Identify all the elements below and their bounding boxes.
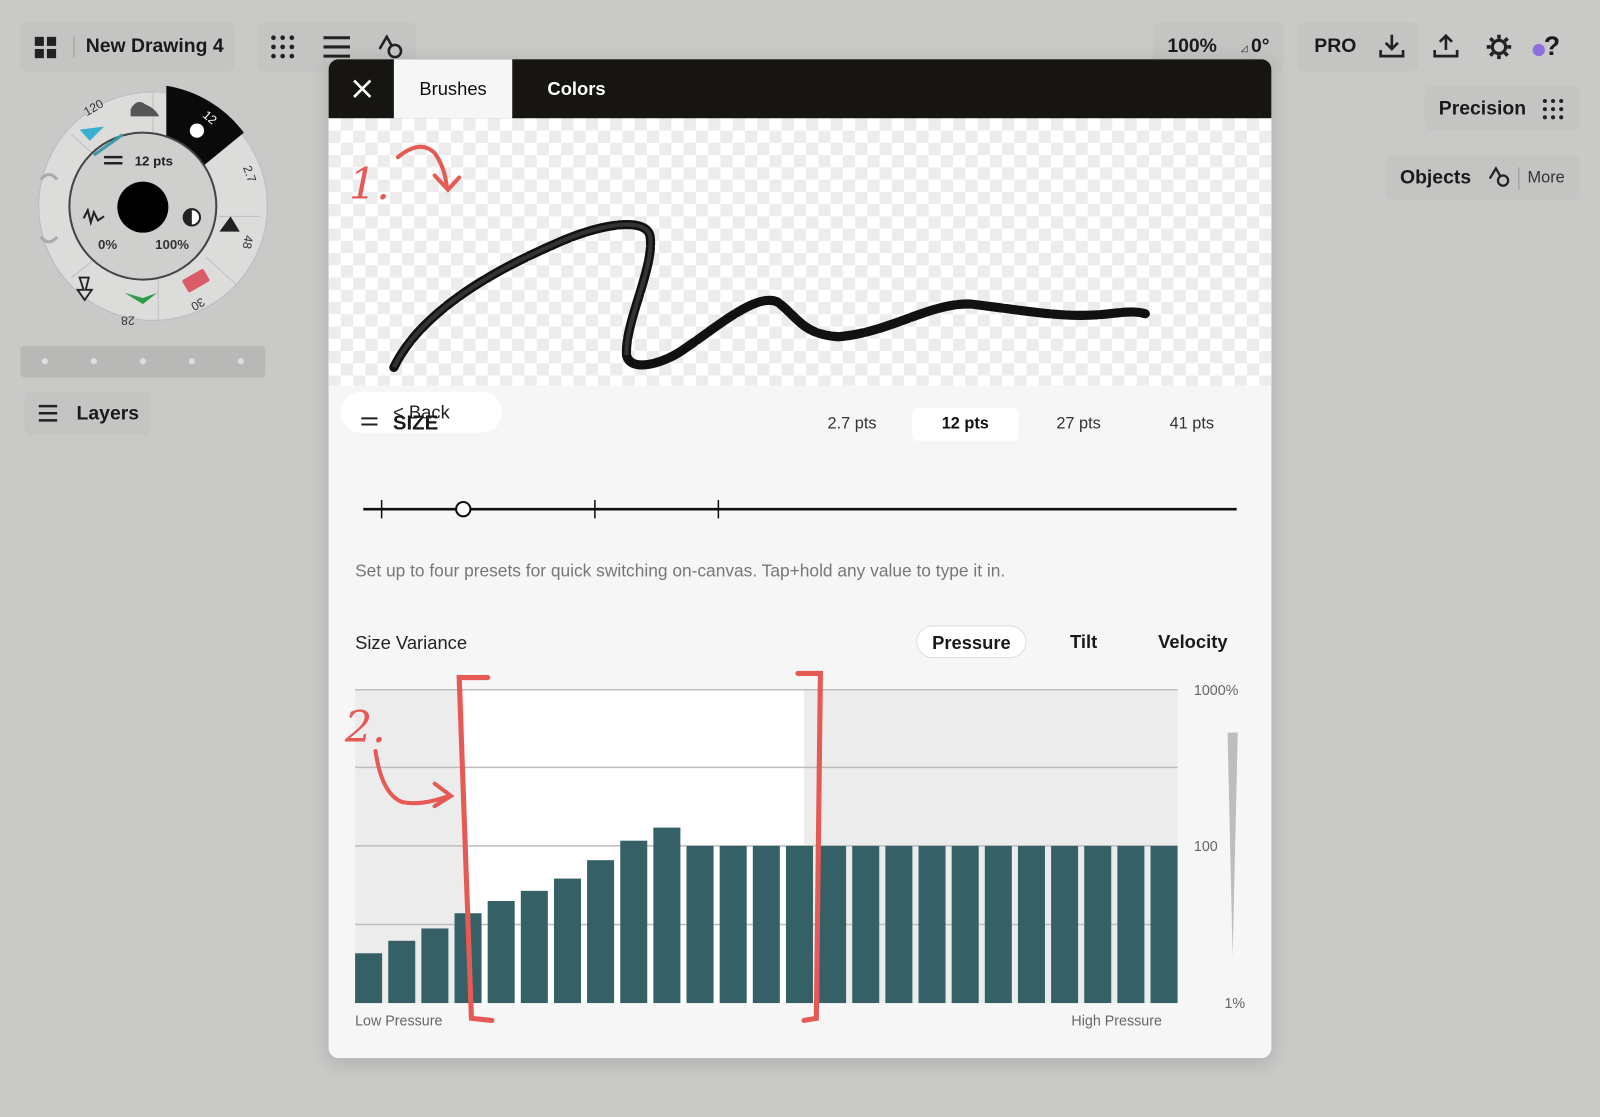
variance-bar	[785, 845, 813, 1004]
variance-bar	[421, 928, 449, 1004]
wheel-slot-label: 28	[121, 313, 135, 327]
layers-label: Layers	[76, 403, 140, 425]
variance-bar	[388, 940, 416, 1004]
variance-bar	[686, 845, 714, 1004]
variance-bar	[885, 845, 913, 1004]
layers-menu-icon[interactable]	[322, 35, 351, 59]
wheel-slot-label: 48	[240, 234, 256, 250]
settings-gear-icon[interactable]	[1486, 34, 1513, 61]
variance-bar	[752, 845, 780, 1004]
shapes-icon[interactable]	[378, 34, 405, 59]
rotation-value[interactable]: 0°	[1251, 36, 1270, 58]
gallery-grid-icon	[34, 36, 57, 59]
variance-bar	[487, 901, 515, 1004]
wheel-size-readout: 12 pts	[135, 153, 173, 168]
pro-button[interactable]: PRO	[1314, 36, 1356, 58]
variance-bar	[984, 845, 1012, 1004]
zoom-level[interactable]: 100%	[1167, 36, 1217, 58]
variance-bar	[587, 860, 615, 1004]
brush-color-swatch[interactable]	[117, 181, 169, 233]
variance-bar	[1017, 845, 1045, 1004]
objects-shapes-icon[interactable]	[1488, 166, 1510, 188]
precision-label[interactable]: Precision	[1439, 98, 1526, 120]
variance-bar	[1084, 845, 1112, 1004]
annotation-2: 2.	[344, 702, 386, 753]
tool-wheel[interactable]: 120 12 2.7 48 30 28 12 pts 0% 100%	[31, 73, 276, 338]
objects-button[interactable]: Objects	[1400, 167, 1471, 189]
layers-icon	[38, 404, 58, 422]
variance-bar	[918, 845, 946, 1004]
variance-bar	[355, 953, 383, 1004]
variance-bar	[620, 840, 648, 1004]
x-label-low: Low Pressure	[355, 1012, 443, 1029]
smoothing-value: 0%	[98, 237, 117, 252]
drawing-title: New Drawing 4	[85, 35, 224, 58]
variance-bar	[951, 845, 979, 1004]
size-variance-chart[interactable]	[329, 59, 1272, 1058]
variance-bar	[1117, 845, 1145, 1004]
variance-bar	[852, 845, 880, 1004]
dock-handle[interactable]	[20, 345, 266, 378]
variance-bar	[719, 845, 747, 1004]
gallery-button[interactable]: New Drawing 4	[20, 22, 235, 72]
help-icon[interactable]: ?	[1544, 31, 1560, 63]
y-tick-label: 1%	[1224, 994, 1246, 1012]
range-indicator	[1227, 732, 1238, 958]
y-tick-label: 1000%	[1193, 681, 1239, 698]
variance-bar	[553, 878, 581, 1004]
variance-bar	[520, 890, 548, 1004]
download-icon[interactable]	[1378, 33, 1407, 60]
variance-bar	[819, 845, 847, 1004]
opacity-value: 100%	[155, 237, 189, 252]
y-tick-label: 100	[1193, 837, 1218, 855]
variance-bar	[1051, 845, 1079, 1004]
x-label-high: High Pressure	[1071, 1012, 1162, 1029]
brush-settings-dialog: Brushes Colors 1. < Back SIZE 2.7 pts 12…	[328, 59, 1272, 1059]
variance-bar	[1150, 845, 1178, 1004]
more-button[interactable]: More	[1528, 169, 1565, 187]
variance-bar	[653, 827, 681, 1004]
share-icon[interactable]	[1432, 33, 1461, 60]
grid-dots-icon[interactable]	[270, 35, 295, 59]
precision-grid-icon[interactable]	[1542, 98, 1564, 120]
